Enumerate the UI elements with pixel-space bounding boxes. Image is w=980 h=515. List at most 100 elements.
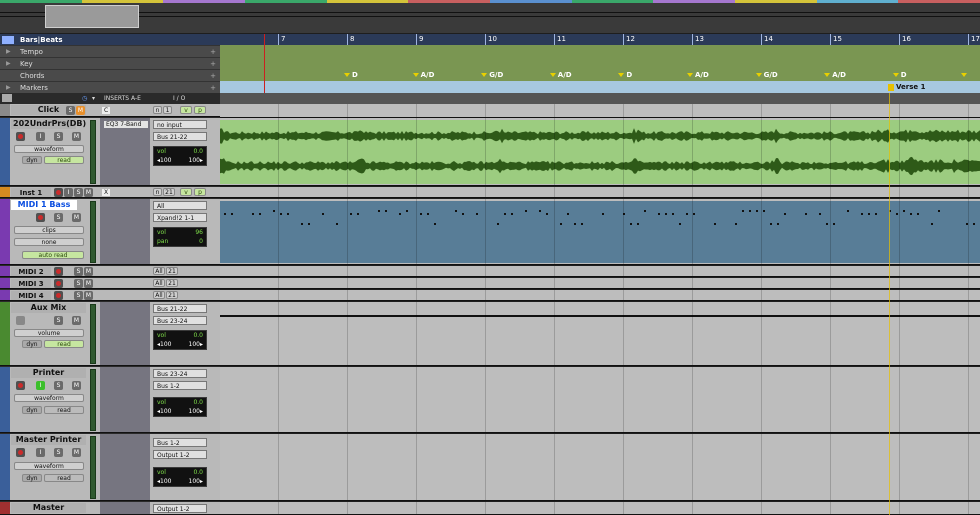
mute-button[interactable]: M — [84, 291, 93, 300]
midi-note[interactable] — [742, 210, 744, 212]
input-selector[interactable]: no input — [153, 120, 207, 129]
midi-note[interactable] — [784, 213, 786, 215]
chord-symbol[interactable]: D — [618, 69, 632, 81]
midi-note[interactable] — [630, 223, 632, 225]
midi-clip[interactable] — [220, 201, 980, 263]
key-ruler-label[interactable]: ▶ Key + — [0, 58, 220, 70]
menu-arrow-icon[interactable]: ▾ — [92, 93, 95, 104]
midi-note[interactable] — [308, 223, 310, 225]
record-enable-button[interactable] — [36, 213, 45, 222]
input-monitor-button[interactable]: I — [64, 188, 73, 197]
mute-button[interactable]: M — [72, 381, 81, 390]
track-list-menu-icon[interactable] — [2, 94, 12, 102]
track-midi-2[interactable]: MIDI 2 S M All 21 — [0, 266, 220, 277]
chord-symbol[interactable]: G/D — [481, 69, 503, 81]
midi-note[interactable] — [665, 213, 667, 215]
midi-note[interactable] — [224, 213, 226, 215]
clock-icon[interactable]: ◷ — [82, 93, 87, 104]
midi-note[interactable] — [938, 210, 940, 212]
volume-pan-display[interactable]: vol 0.0 ◂100 100▸ — [153, 146, 207, 166]
midi-note[interactable] — [259, 213, 261, 215]
input-monitor-button[interactable]: I — [36, 132, 45, 141]
track-name[interactable]: 202UndrPrs(DB) — [11, 119, 86, 129]
track-name[interactable]: Master — [11, 503, 86, 513]
midi-note[interactable] — [973, 223, 975, 225]
midi-note[interactable] — [679, 223, 681, 225]
input-selector[interactable]: n — [153, 188, 162, 196]
mute-button[interactable]: M — [72, 448, 81, 457]
midi-note[interactable] — [910, 213, 912, 215]
lane-click[interactable] — [220, 104, 980, 118]
midi-input-selector[interactable]: All — [153, 279, 165, 287]
volume-toggle[interactable]: v — [180, 188, 192, 196]
insert-slot[interactable]: C — [102, 107, 110, 114]
midi-note[interactable] — [896, 213, 898, 215]
midi-note[interactable] — [567, 213, 569, 215]
input-monitor-button[interactable]: I — [36, 381, 45, 390]
input-selector[interactable]: Bus 21-22 — [153, 304, 207, 313]
midi-note[interactable] — [686, 213, 688, 215]
chord-symbol[interactable]: A/D — [687, 69, 709, 81]
midi-note[interactable] — [644, 210, 646, 212]
midi-note[interactable] — [693, 213, 695, 215]
midi-note[interactable] — [301, 223, 303, 225]
lane-master-printer[interactable] — [220, 434, 980, 501]
chord-symbol[interactable]: A/D — [824, 69, 846, 81]
midi-note[interactable] — [497, 223, 499, 225]
mute-button[interactable]: M — [72, 316, 81, 325]
volume-pan-display[interactable]: vol 0.0 ◂100 100▸ — [153, 467, 207, 487]
midi-note[interactable] — [406, 210, 408, 212]
instrument-input[interactable]: n — [153, 106, 162, 114]
audio-clip[interactable] — [220, 120, 980, 184]
lane-master[interactable] — [220, 502, 980, 515]
midi-note[interactable] — [672, 213, 674, 215]
track-202undrprs[interactable]: 202UndrPrs(DB) I S M waveform dyn read E… — [0, 118, 220, 186]
track-name[interactable]: Aux Mix — [11, 303, 86, 313]
markers-ruler[interactable]: Verse 1 — [220, 81, 980, 93]
midi-note[interactable] — [917, 213, 919, 215]
input-selector[interactable]: Bus 23-24 — [153, 369, 207, 378]
solo-button[interactable]: S — [74, 267, 83, 276]
channel-selector[interactable]: 21 — [163, 188, 175, 196]
lane-midi-2[interactable] — [220, 266, 980, 277]
bars-beats-ruler-label[interactable]: Bars|Beats — [0, 34, 220, 46]
track-name[interactable]: MIDI 4 — [11, 291, 51, 300]
midi-note[interactable] — [385, 210, 387, 212]
automation-mode[interactable]: read — [44, 474, 84, 482]
key-ruler[interactable] — [220, 57, 980, 69]
solo-button[interactable]: S — [54, 213, 63, 222]
add-icon[interactable]: + — [210, 58, 216, 70]
lane-midi-4[interactable] — [220, 290, 980, 301]
midi-note[interactable] — [399, 213, 401, 215]
add-icon[interactable]: + — [210, 70, 216, 82]
automation-mode[interactable]: read — [44, 340, 84, 348]
track-view-selector[interactable]: waveform — [14, 394, 84, 402]
lane-202undrprs[interactable] — [220, 118, 980, 186]
output-selector[interactable]: Output 1-2 — [153, 504, 207, 513]
track-inst-1[interactable]: Inst 1 I S M X n 21 v p — [0, 187, 220, 198]
chord-symbol[interactable]: A/D — [549, 69, 572, 81]
channel-selector[interactable]: 1 — [163, 106, 172, 114]
midi-note[interactable] — [280, 213, 282, 215]
tempo-ruler-label[interactable]: ▶ Tempo + — [0, 46, 220, 58]
playlist-selector[interactable]: none — [14, 238, 84, 246]
track-view-selector[interactable]: waveform — [14, 462, 84, 470]
track-midi-1-bass[interactable]: MIDI 1 Bass S M clips none auto read All… — [0, 199, 220, 265]
track-name[interactable]: Inst 1 — [11, 188, 51, 197]
automation-mode[interactable]: read — [44, 406, 84, 414]
chord-symbol[interactable]: D — [892, 69, 907, 81]
midi-note[interactable] — [546, 213, 548, 215]
midi-note[interactable] — [560, 223, 562, 225]
solo-button[interactable]: S — [54, 132, 63, 141]
midi-note[interactable] — [287, 213, 289, 215]
midi-note[interactable] — [819, 213, 821, 215]
midi-note[interactable] — [574, 223, 576, 225]
volume-pan-display[interactable]: vol 0.0 ◂100 100▸ — [153, 330, 207, 350]
midi-note[interactable] — [861, 213, 863, 215]
output-selector[interactable]: Output 1-2 — [153, 450, 207, 459]
chord-symbol[interactable]: D — [344, 69, 358, 81]
dyn-button[interactable]: dyn — [22, 474, 42, 482]
input-monitor-button[interactable]: I — [36, 448, 45, 457]
midi-note[interactable] — [357, 213, 359, 215]
midi-note[interactable] — [511, 213, 513, 215]
